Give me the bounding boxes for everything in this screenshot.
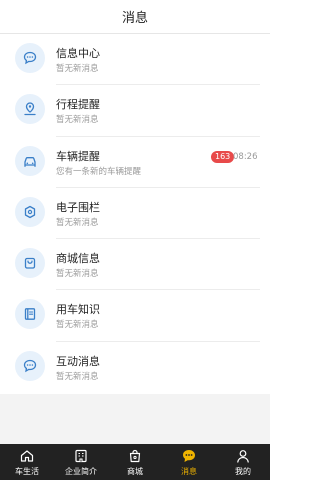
message-subtitle: 暂无新消息	[56, 320, 99, 331]
message-item-car-knowledge[interactable]: 用车知识 暂无新消息	[0, 290, 270, 343]
message-subtitle: 暂无新消息	[56, 371, 99, 382]
tab-company-intro[interactable]: 企业简介	[54, 444, 108, 480]
message-title: 互动消息	[56, 354, 100, 368]
message-subtitle: 暂无新消息	[56, 64, 99, 74]
page-title: 消息	[121, 11, 148, 26]
message-list: 信息中心 暂无新消息 行程提醒 暂无新消息 车辆提醒 您有一条新的车辆提醒 16…	[0, 34, 270, 394]
user-icon	[237, 449, 249, 463]
tab-label: 车生活	[15, 466, 39, 476]
book-icon	[15, 299, 45, 330]
company-icon	[75, 449, 87, 462]
message-item-vehicle-reminder[interactable]: 车辆提醒 您有一条新的车辆提醒 163 08:26	[0, 137, 270, 189]
message-title: 商城信息	[56, 252, 100, 266]
message-subtitle: 暂无新消息	[56, 217, 99, 228]
message-item-interaction[interactable]: 互动消息 暂无新消息	[0, 342, 270, 393]
message-subtitle: 暂无新消息	[56, 269, 99, 280]
message-icon	[183, 449, 195, 462]
tab-messages[interactable]: 消息	[162, 444, 216, 480]
tab-label: 我的	[235, 466, 251, 476]
message-title: 用车知识	[56, 303, 100, 317]
message-subtitle: 您有一条新的车辆提醒	[56, 166, 142, 177]
home-icon	[20, 449, 34, 462]
bottom-tab-bar: 车生活 企业简介 商城 消息 我的	[0, 444, 270, 480]
message-title: 车辆提醒	[56, 149, 100, 163]
message-item-info-center[interactable]: 信息中心 暂无新消息	[0, 34, 270, 86]
geofence-icon	[15, 196, 45, 227]
message-item-geofence[interactable]: 电子围栏 暂无新消息	[0, 188, 270, 240]
tab-car-life[interactable]: 车生活	[0, 444, 54, 480]
header-bar: 消息	[0, 0, 270, 34]
message-title: 信息中心	[56, 47, 100, 60]
tab-mine[interactable]: 我的	[216, 444, 270, 480]
message-item-mall-info[interactable]: 商城信息 暂无新消息	[0, 239, 270, 291]
unread-count-badge: 163	[211, 150, 235, 163]
chat-bubble-icon	[15, 43, 45, 73]
shopping-bag-icon	[15, 248, 45, 279]
tab-label: 消息	[181, 466, 197, 476]
chat-bubble-icon	[15, 350, 45, 381]
location-pin-icon	[15, 94, 45, 125]
message-title: 电子围栏	[56, 200, 100, 214]
tab-mall[interactable]: 商城	[108, 444, 162, 480]
list-empty-area	[0, 394, 270, 444]
shop-bag-icon	[129, 449, 141, 462]
tab-label: 企业简介	[65, 466, 97, 476]
message-subtitle: 暂无新消息	[56, 115, 99, 126]
message-item-trip-reminder[interactable]: 行程提醒 暂无新消息	[0, 85, 270, 137]
car-icon	[15, 145, 45, 176]
message-time: 08:26	[233, 151, 258, 162]
tab-label: 商城	[127, 466, 143, 476]
message-title: 行程提醒	[56, 98, 100, 112]
